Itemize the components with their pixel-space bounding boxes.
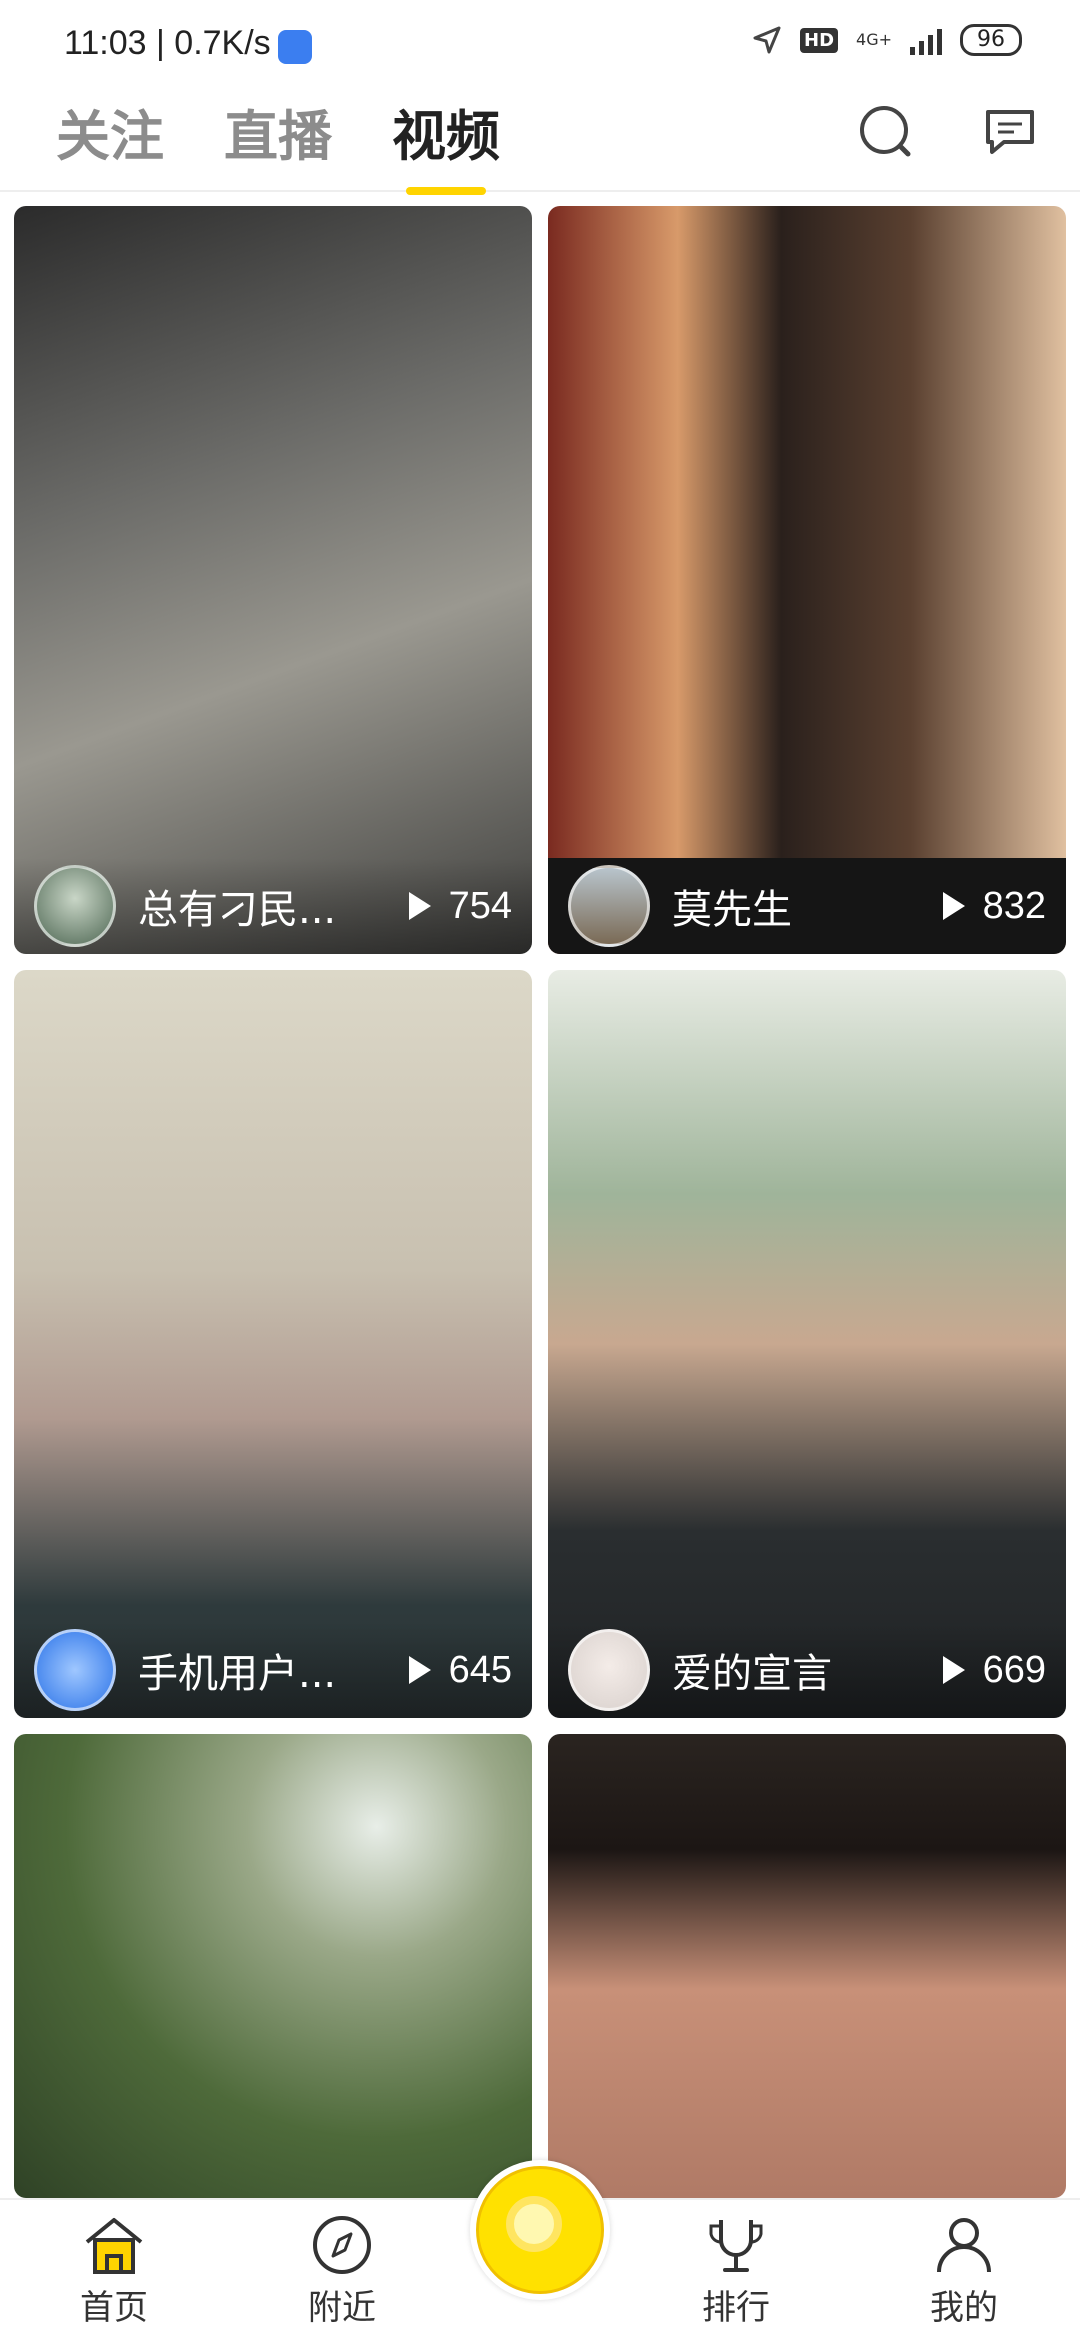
video-meta: 总有刁民... 754 <box>14 858 532 954</box>
author-name: 手机用户... <box>138 1651 337 1697</box>
avatar[interactable] <box>568 1629 650 1711</box>
hd-badge: HD <box>800 27 839 53</box>
video-thumbnail[interactable] <box>548 970 1066 1718</box>
video-meta: 莫先生 832 <box>548 858 1066 954</box>
nav-profile-label: 我的 <box>930 2288 998 2328</box>
play-count: 645 <box>408 1649 512 1692</box>
avatar[interactable] <box>568 865 650 947</box>
video-thumbnail[interactable] <box>14 970 532 1718</box>
trophy-icon <box>709 2220 763 2272</box>
nav-home-label: 首页 <box>80 2288 148 2328</box>
tab-live[interactable]: 直播 <box>224 92 332 171</box>
app-notification-icon <box>278 30 312 64</box>
play-icon <box>408 892 431 920</box>
avatar[interactable] <box>34 1629 116 1711</box>
record-center-icon <box>506 2196 562 2252</box>
nav-ranking-label: 排行 <box>702 2288 770 2328</box>
status-bar: 11:03 | 0.7K/s HD 4G+ 96 <box>0 0 1080 92</box>
home-icon <box>85 2218 143 2274</box>
video-card[interactable]: 总有刁民... 754 <box>14 206 532 954</box>
video-card[interactable]: 爱的宣言 669 <box>548 970 1066 1718</box>
play-count: 754 <box>408 885 512 928</box>
play-icon <box>408 1656 431 1684</box>
video-thumbnail[interactable] <box>548 206 1066 954</box>
video-meta: 手机用户... 645 <box>14 1622 532 1718</box>
video-thumbnail[interactable] <box>14 1734 532 2198</box>
nav-home[interactable]: 首页 <box>44 2214 184 2329</box>
video-thumbnail[interactable] <box>14 206 532 954</box>
battery-icon: 96 <box>960 24 1022 56</box>
video-card[interactable] <box>548 1734 1066 2198</box>
record-button[interactable] <box>470 2160 610 2300</box>
play-count: 832 <box>942 885 1046 928</box>
signal-icon <box>910 25 942 55</box>
nav-nearby-label: 附近 <box>308 2288 376 2328</box>
message-icon[interactable] <box>980 102 1040 162</box>
video-thumbnail[interactable] <box>548 1734 1066 2198</box>
avatar[interactable] <box>34 865 116 947</box>
author-name: 总有刁民... <box>138 887 337 933</box>
status-time-speed: 11:03 | 0.7K/s <box>64 24 271 62</box>
author-name: 爱的宣言 <box>672 1651 832 1697</box>
top-navigation: 关注 直播 视频 <box>0 92 1080 195</box>
play-icon <box>942 892 965 920</box>
play-icon <box>942 1656 965 1684</box>
active-tab-indicator <box>406 187 486 195</box>
play-count: 669 <box>942 1649 1046 1692</box>
video-card[interactable]: 莫先生 832 <box>548 206 1066 954</box>
network-type: 4G+ <box>856 30 892 49</box>
nav-ranking[interactable]: 排行 <box>666 2214 806 2329</box>
location-icon <box>753 26 781 54</box>
tab-video[interactable]: 视频 <box>392 92 500 195</box>
tab-follow[interactable]: 关注 <box>56 92 164 171</box>
compass-icon <box>313 2216 371 2274</box>
nav-profile[interactable]: 我的 <box>894 2214 1034 2329</box>
profile-icon <box>937 2218 991 2273</box>
search-icon[interactable] <box>856 102 916 162</box>
nav-nearby[interactable]: 附近 <box>272 2214 412 2329</box>
video-meta: 爱的宣言 669 <box>548 1622 1066 1718</box>
author-name: 莫先生 <box>672 887 792 933</box>
video-card[interactable]: 手机用户... 645 <box>14 970 532 1718</box>
video-card[interactable] <box>14 1734 532 2198</box>
